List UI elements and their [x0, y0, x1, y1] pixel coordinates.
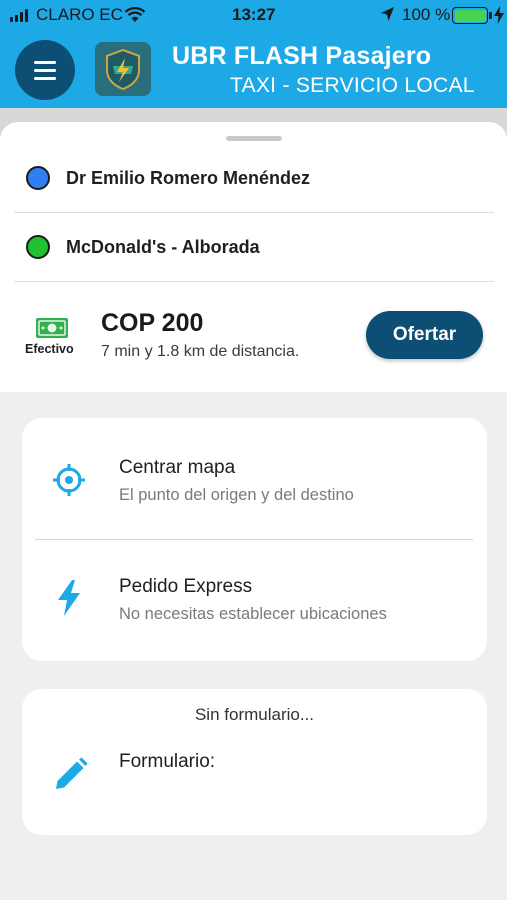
location-arrow-icon	[381, 7, 394, 21]
origin-row[interactable]: Dr Emilio Romero Menéndez	[0, 153, 507, 203]
origin-label: Dr Emilio Romero Menéndez	[66, 168, 311, 188]
payment-method-label: Efectivo	[25, 342, 74, 356]
signal-icon	[10, 9, 28, 22]
express-order-title: Pedido Express	[119, 576, 253, 597]
app-header: CLARO EC 13:27 100 % UBR FLASH Pasajero …	[0, 0, 507, 108]
offer-button[interactable]: Ofertar	[366, 311, 483, 359]
status-bar: CLARO EC 13:27 100 %	[0, 0, 507, 30]
express-order-subtitle: No necesitas establecer ubicaciones	[119, 605, 387, 623]
destination-label: McDonald's - Alborada	[66, 237, 260, 257]
wifi-icon	[124, 7, 146, 22]
app-title: UBR FLASH Pasajero	[172, 42, 432, 70]
form-header: Sin formulario...	[194, 705, 315, 724]
battery-icon	[452, 7, 488, 24]
form-card[interactable]: Sin formulario... Formulario:	[22, 689, 487, 835]
app-logo	[95, 42, 151, 96]
menu-button[interactable]	[15, 40, 75, 100]
center-map-subtitle: El punto del origen y del destino	[119, 486, 354, 504]
app-subtitle: TAXI - SERVICIO LOCAL	[230, 74, 475, 97]
cash-icon	[36, 318, 68, 338]
divider	[14, 212, 494, 213]
destination-dot-icon	[26, 235, 50, 259]
divider	[14, 281, 494, 282]
trip-sheet: Dr Emilio Romero Menéndez McDonald's - A…	[0, 122, 507, 392]
pencil-icon	[56, 757, 88, 789]
lightning-icon	[58, 580, 80, 616]
trip-price: COP 200	[101, 309, 204, 337]
crosshair-icon	[53, 464, 85, 496]
express-order-option[interactable]: Pedido Express No necesitas establecer u…	[22, 540, 487, 661]
charging-bolt-icon	[494, 6, 504, 24]
hamburger-menu-icon	[34, 60, 56, 64]
options-card: Centrar mapa El punto del origen y del d…	[22, 418, 487, 661]
origin-dot-icon	[26, 166, 50, 190]
battery-percentage: 100 %	[402, 5, 451, 24]
carrier-name: CLARO EC	[36, 5, 123, 24]
status-time: 13:27	[232, 5, 276, 24]
center-map-title: Centrar mapa	[119, 457, 236, 478]
center-map-option[interactable]: Centrar mapa El punto del origen y del d…	[22, 418, 487, 538]
destination-row[interactable]: McDonald's - Alborada	[0, 222, 507, 272]
battery-tip	[489, 12, 492, 19]
drag-handle[interactable]	[226, 136, 282, 141]
form-label: Formulario:	[119, 751, 216, 772]
trip-info: 7 min y 1.8 km de distancia.	[101, 343, 300, 360]
